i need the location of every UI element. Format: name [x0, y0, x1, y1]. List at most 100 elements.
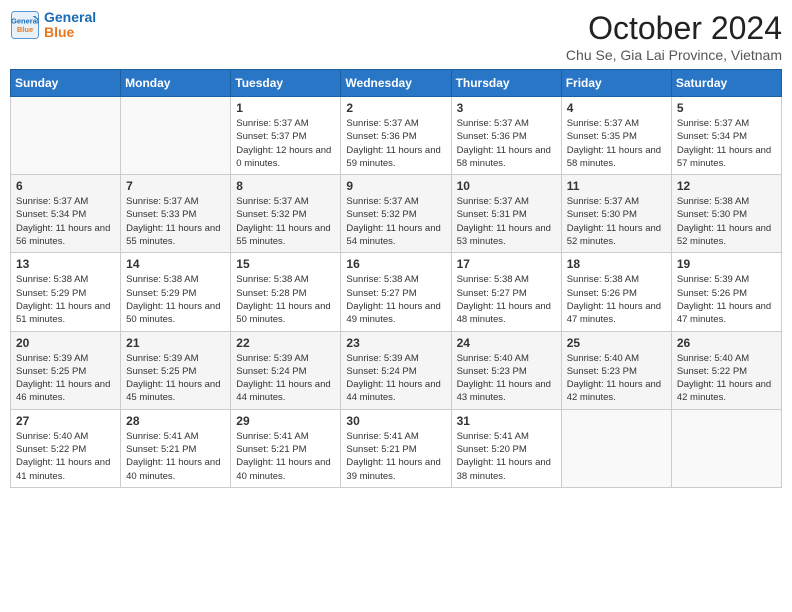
calendar-cell: 10 Sunrise: 5:37 AMSunset: 5:31 PMDayligh…: [451, 175, 561, 253]
page-header: General Blue General Blue October 2024 C…: [10, 10, 782, 63]
week-row-4: 20 Sunrise: 5:39 AMSunset: 5:25 PMDayligh…: [11, 331, 782, 409]
calendar-cell: 6Sunrise: 5:37 AMSunset: 5:34 PMDaylight…: [11, 175, 121, 253]
day-header-sunday: Sunday: [11, 70, 121, 97]
day-number: 25: [567, 336, 666, 350]
calendar-subtitle: Chu Se, Gia Lai Province, Vietnam: [566, 47, 782, 63]
calendar-cell: 22 Sunrise: 5:39 AMSunset: 5:24 PMDayligh…: [231, 331, 341, 409]
day-number: 17: [457, 257, 556, 271]
calendar-cell: 28 Sunrise: 5:41 AMSunset: 5:21 PMDayligh…: [121, 409, 231, 487]
day-number: 3: [457, 101, 556, 115]
day-number: 8: [236, 179, 335, 193]
calendar-cell: 17 Sunrise: 5:38 AMSunset: 5:27 PMDayligh…: [451, 253, 561, 331]
cell-info: Sunrise: 5:37 AMSunset: 5:33 PMDaylight:…: [126, 195, 225, 248]
calendar-cell: 1Sunrise: 5:37 AMSunset: 5:37 PMDaylight…: [231, 97, 341, 175]
day-header-thursday: Thursday: [451, 70, 561, 97]
calendar-cell: [561, 409, 671, 487]
day-number: 16: [346, 257, 445, 271]
cell-info: Sunrise: 5:37 AMSunset: 5:35 PMDaylight:…: [567, 117, 666, 170]
day-number: 22: [236, 336, 335, 350]
cell-info: Sunrise: 5:40 AMSunset: 5:22 PMDaylight:…: [677, 352, 776, 405]
day-number: 13: [16, 257, 115, 271]
day-number: 26: [677, 336, 776, 350]
calendar-body: 1Sunrise: 5:37 AMSunset: 5:37 PMDaylight…: [11, 97, 782, 488]
cell-info: Sunrise: 5:39 AMSunset: 5:24 PMDaylight:…: [346, 352, 445, 405]
cell-info: Sunrise: 5:41 AMSunset: 5:21 PMDaylight:…: [126, 430, 225, 483]
day-number: 30: [346, 414, 445, 428]
logo-icon: General Blue: [10, 10, 40, 40]
calendar-cell: 27Sunrise: 5:40 AMSunset: 5:22 PMDayligh…: [11, 409, 121, 487]
day-number: 23: [346, 336, 445, 350]
calendar-cell: 11Sunrise: 5:37 AMSunset: 5:30 PMDayligh…: [561, 175, 671, 253]
day-number: 2: [346, 101, 445, 115]
cell-info: Sunrise: 5:38 AMSunset: 5:29 PMDaylight:…: [16, 273, 115, 326]
day-number: 29: [236, 414, 335, 428]
calendar-cell: 21 Sunrise: 5:39 AMSunset: 5:25 PMDayligh…: [121, 331, 231, 409]
cell-info: Sunrise: 5:38 AMSunset: 5:28 PMDaylight:…: [236, 273, 335, 326]
cell-info: Sunrise: 5:38 AMSunset: 5:30 PMDaylight:…: [677, 195, 776, 248]
day-number: 28: [126, 414, 225, 428]
calendar-cell: 13 Sunrise: 5:38 AMSunset: 5:29 PMDayligh…: [11, 253, 121, 331]
calendar-cell: 16 Sunrise: 5:38 AMSunset: 5:27 PMDayligh…: [341, 253, 451, 331]
calendar-cell: 2 Sunrise: 5:37 AMSunset: 5:36 PMDaylight…: [341, 97, 451, 175]
cell-info: Sunrise: 5:37 AMSunset: 5:36 PMDaylight:…: [346, 117, 445, 170]
day-number: 7: [126, 179, 225, 193]
calendar-cell: 18 Sunrise: 5:38 AMSunset: 5:26 PMDayligh…: [561, 253, 671, 331]
day-number: 15: [236, 257, 335, 271]
day-number: 21: [126, 336, 225, 350]
logo: General Blue General Blue: [10, 10, 96, 41]
day-number: 4: [567, 101, 666, 115]
week-row-3: 13 Sunrise: 5:38 AMSunset: 5:29 PMDayligh…: [11, 253, 782, 331]
calendar-cell: 31Sunrise: 5:41 AMSunset: 5:20 PMDayligh…: [451, 409, 561, 487]
calendar-cell: 29Sunrise: 5:41 AMSunset: 5:21 PMDayligh…: [231, 409, 341, 487]
svg-text:Blue: Blue: [17, 25, 33, 34]
calendar-cell: 25 Sunrise: 5:40 AMSunset: 5:23 PMDayligh…: [561, 331, 671, 409]
calendar-cell: [11, 97, 121, 175]
calendar-cell: 24Sunrise: 5:40 AMSunset: 5:23 PMDayligh…: [451, 331, 561, 409]
day-number: 20: [16, 336, 115, 350]
calendar-cell: 4 Sunrise: 5:37 AMSunset: 5:35 PMDaylight…: [561, 97, 671, 175]
cell-info: Sunrise: 5:41 AMSunset: 5:20 PMDaylight:…: [457, 430, 556, 483]
day-number: 11: [567, 179, 666, 193]
cell-info: Sunrise: 5:39 AMSunset: 5:26 PMDaylight:…: [677, 273, 776, 326]
cell-info: Sunrise: 5:37 AMSunset: 5:31 PMDaylight:…: [457, 195, 556, 248]
calendar-cell: 9 Sunrise: 5:37 AMSunset: 5:32 PMDaylight…: [341, 175, 451, 253]
cell-info: Sunrise: 5:41 AMSunset: 5:21 PMDaylight:…: [346, 430, 445, 483]
cell-info: Sunrise: 5:38 AMSunset: 5:26 PMDaylight:…: [567, 273, 666, 326]
day-number: 18: [567, 257, 666, 271]
day-number: 19: [677, 257, 776, 271]
calendar-cell: 23 Sunrise: 5:39 AMSunset: 5:24 PMDayligh…: [341, 331, 451, 409]
cell-info: Sunrise: 5:39 AMSunset: 5:24 PMDaylight:…: [236, 352, 335, 405]
day-header-tuesday: Tuesday: [231, 70, 341, 97]
day-number: 9: [346, 179, 445, 193]
calendar-cell: 30 Sunrise: 5:41 AMSunset: 5:21 PMDayligh…: [341, 409, 451, 487]
calendar-cell: 14Sunrise: 5:38 AMSunset: 5:29 PMDayligh…: [121, 253, 231, 331]
day-number: 6: [16, 179, 115, 193]
cell-info: Sunrise: 5:39 AMSunset: 5:25 PMDaylight:…: [126, 352, 225, 405]
logo-text: General Blue: [44, 10, 96, 41]
day-number: 5: [677, 101, 776, 115]
calendar-header-row: SundayMondayTuesdayWednesdayThursdayFrid…: [11, 70, 782, 97]
cell-info: Sunrise: 5:40 AMSunset: 5:23 PMDaylight:…: [457, 352, 556, 405]
cell-info: Sunrise: 5:37 AMSunset: 5:37 PMDaylight:…: [236, 117, 335, 170]
calendar-cell: 3 Sunrise: 5:37 AMSunset: 5:36 PMDaylight…: [451, 97, 561, 175]
calendar-cell: 20Sunrise: 5:39 AMSunset: 5:25 PMDayligh…: [11, 331, 121, 409]
week-row-1: 1Sunrise: 5:37 AMSunset: 5:37 PMDaylight…: [11, 97, 782, 175]
cell-info: Sunrise: 5:37 AMSunset: 5:32 PMDaylight:…: [346, 195, 445, 248]
cell-info: Sunrise: 5:40 AMSunset: 5:23 PMDaylight:…: [567, 352, 666, 405]
day-header-saturday: Saturday: [671, 70, 781, 97]
calendar-cell: 26 Sunrise: 5:40 AMSunset: 5:22 PMDayligh…: [671, 331, 781, 409]
cell-info: Sunrise: 5:38 AMSunset: 5:27 PMDaylight:…: [346, 273, 445, 326]
calendar-cell: 8Sunrise: 5:37 AMSunset: 5:32 PMDaylight…: [231, 175, 341, 253]
cell-info: Sunrise: 5:37 AMSunset: 5:36 PMDaylight:…: [457, 117, 556, 170]
day-header-friday: Friday: [561, 70, 671, 97]
calendar-cell: 12Sunrise: 5:38 AMSunset: 5:30 PMDayligh…: [671, 175, 781, 253]
calendar-cell: 19 Sunrise: 5:39 AMSunset: 5:26 PMDayligh…: [671, 253, 781, 331]
calendar-title: October 2024: [566, 10, 782, 47]
cell-info: Sunrise: 5:38 AMSunset: 5:27 PMDaylight:…: [457, 273, 556, 326]
calendar-cell: [121, 97, 231, 175]
calendar-cell: 5Sunrise: 5:37 AMSunset: 5:34 PMDaylight…: [671, 97, 781, 175]
calendar-table: SundayMondayTuesdayWednesdayThursdayFrid…: [10, 69, 782, 488]
title-block: October 2024 Chu Se, Gia Lai Province, V…: [566, 10, 782, 63]
week-row-2: 6Sunrise: 5:37 AMSunset: 5:34 PMDaylight…: [11, 175, 782, 253]
day-number: 10: [457, 179, 556, 193]
